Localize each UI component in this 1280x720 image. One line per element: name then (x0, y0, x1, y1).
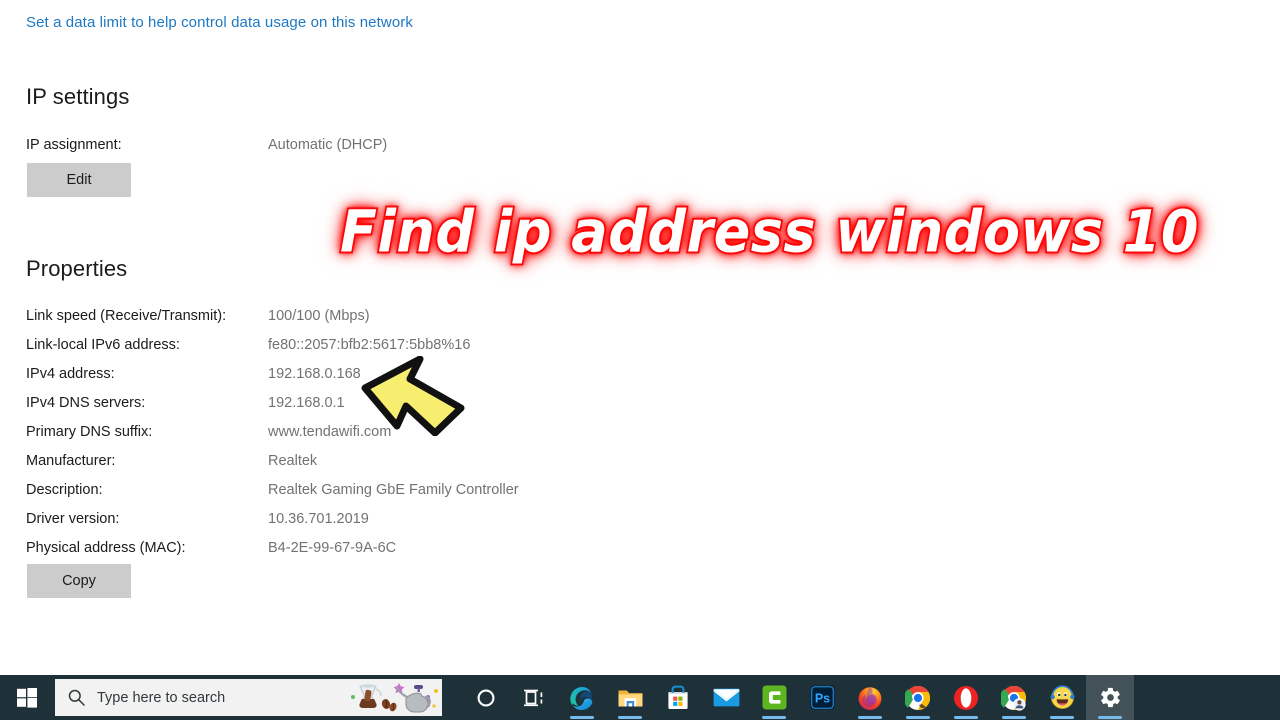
taskbar-item-mail[interactable] (702, 675, 750, 720)
property-value: Realtek (268, 453, 318, 469)
taskbar-item-edge[interactable] (558, 675, 606, 720)
properties-heading: Properties (26, 256, 128, 281)
taskbar-item-camtasia[interactable] (750, 675, 798, 720)
ip-assignment-value: Automatic (DHCP) (268, 137, 388, 153)
data-limit-link[interactable]: Set a data limit to help control data us… (26, 14, 413, 31)
table-row: Description: Realtek Gaming GbE Family C… (26, 482, 926, 504)
settings-content-pane: Set a data limit to help control data us… (0, 0, 1280, 675)
search-input-placeholder: Type here to search (97, 689, 226, 706)
taskbar-item-chrome[interactable] (894, 675, 942, 720)
taskbar-item-task-view[interactable] (510, 675, 558, 720)
property-label: Physical address (MAC): (26, 540, 186, 556)
property-value: Realtek Gaming GbE Family Controller (268, 482, 519, 498)
property-label: Primary DNS suffix: (26, 424, 153, 440)
taskbar-item-photoshop[interactable]: Ps (798, 675, 846, 720)
property-label: IPv4 DNS servers: (26, 395, 146, 411)
property-value: 192.168.0.1 (268, 395, 345, 411)
table-row: Physical address (MAC): B4-2E-99-67-9A-6… (26, 540, 926, 562)
chrome-profile-icon (1001, 685, 1027, 711)
coffee-brewing-illustration (351, 683, 438, 713)
gear-icon (1100, 687, 1120, 708)
cortana-icon (477, 689, 495, 706)
taskbar-item-file-explorer[interactable] (606, 675, 654, 720)
taskbar-item-firefox[interactable] (846, 675, 894, 720)
taskbar-item-chrome-profile[interactable] (990, 675, 1038, 720)
system-tray-area (1134, 675, 1280, 720)
table-row: Manufacturer: Realtek (26, 453, 926, 475)
mail-icon (713, 688, 739, 707)
edge-icon (570, 686, 593, 710)
property-value: fe80::2057:bfb2:5617:5bb8%16 (268, 337, 471, 353)
photoshop-icon: Ps (810, 685, 834, 710)
property-value: 100/100 (Mbps) (268, 308, 370, 324)
property-label: IPv4 address: (26, 366, 115, 382)
taskbar-item-settings[interactable] (1086, 675, 1134, 720)
firefox-icon (858, 686, 882, 710)
table-row: Primary DNS suffix: www.tendawifi.com (26, 424, 926, 446)
property-value: 192.168.0.168 (268, 366, 361, 382)
taskbar-item-opera[interactable] (942, 675, 990, 720)
taskbar: Type here to search Ps (0, 675, 1280, 720)
file-explorer-icon (618, 690, 642, 706)
ip-assignment-label: IP assignment: (26, 137, 122, 153)
svg-text:Ps: Ps (814, 691, 829, 705)
search-icon (55, 689, 97, 706)
table-row: Link-local IPv6 address: fe80::2057:bfb2… (26, 337, 926, 359)
property-label: Manufacturer: (26, 453, 116, 469)
windows-logo-icon (17, 687, 37, 708)
taskbar-item-cortana[interactable] (462, 675, 510, 720)
table-row: Driver version: 10.36.701.2019 (26, 511, 926, 533)
table-row: IPv4 DNS servers: 192.168.0.1 (26, 395, 926, 417)
smiley-face-icon (1049, 685, 1075, 709)
property-label: Link-local IPv6 address: (26, 337, 180, 353)
copy-button[interactable]: Copy (27, 564, 131, 598)
start-button[interactable] (0, 675, 54, 720)
task-view-icon (524, 689, 543, 706)
property-value: 10.36.701.2019 (268, 511, 369, 527)
property-label: Link speed (Receive/Transmit): (26, 308, 227, 324)
edit-button[interactable]: Edit (27, 163, 131, 197)
screen: Set a data limit to help control data us… (0, 0, 1280, 720)
taskbar-item-emoji-app[interactable] (1038, 675, 1086, 720)
property-label: Description: (26, 482, 103, 498)
opera-icon (954, 685, 978, 710)
row-ip-assignment: IP assignment: Automatic (DHCP) (26, 137, 926, 159)
property-value: B4-2E-99-67-9A-6C (268, 540, 397, 556)
ip-settings-heading: IP settings (26, 84, 130, 109)
microsoft-store-icon (668, 685, 688, 709)
table-row: IPv4 address: 192.168.0.168 (26, 366, 926, 388)
table-row: Link speed (Receive/Transmit): 100/100 (… (26, 308, 926, 330)
taskbar-item-microsoft-store[interactable] (654, 675, 702, 720)
taskbar-spacer (442, 675, 462, 720)
property-value: www.tendawifi.com (268, 424, 392, 440)
property-label: Driver version: (26, 511, 120, 527)
search-box[interactable]: Type here to search (55, 679, 442, 716)
chrome-icon (905, 685, 931, 710)
camtasia-icon (762, 685, 786, 710)
